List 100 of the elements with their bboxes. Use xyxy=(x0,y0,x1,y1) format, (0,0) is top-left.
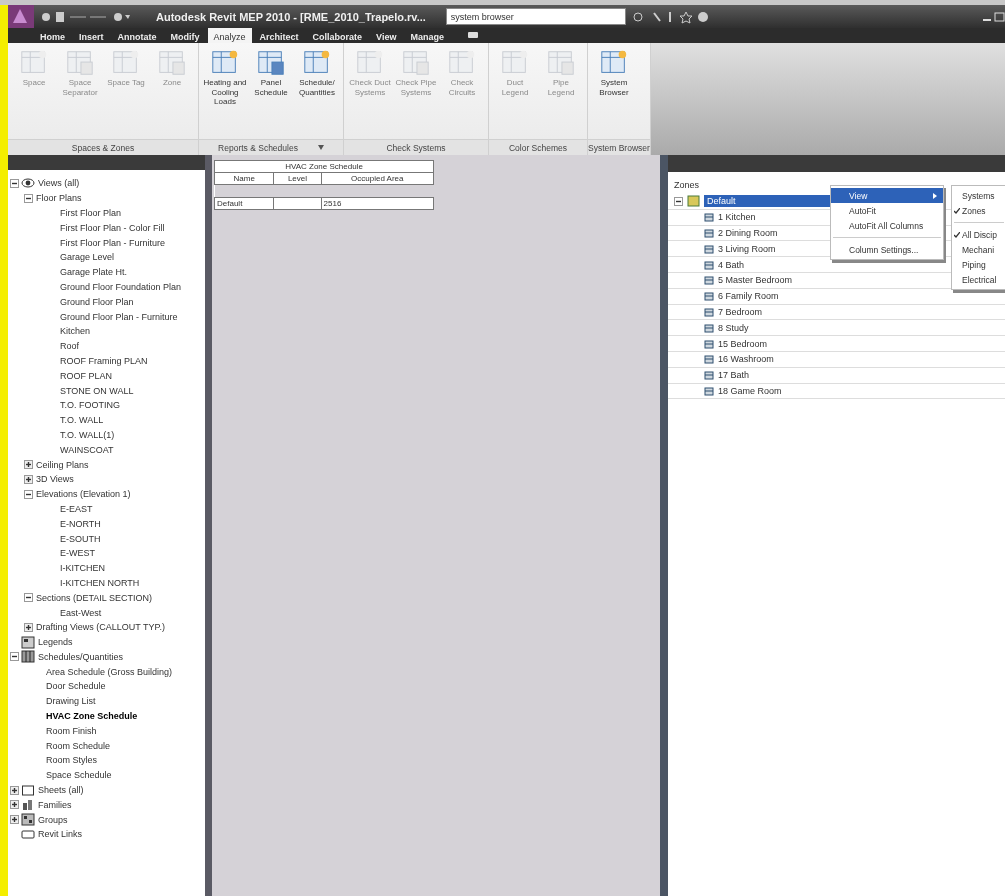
tree-item[interactable]: Revit Links xyxy=(35,829,82,840)
ribbon-tab[interactable]: Insert xyxy=(73,28,110,43)
tree-item[interactable]: First Floor Plan xyxy=(57,208,121,218)
ribbon-tab[interactable]: Manage xyxy=(404,28,450,43)
collapse-icon[interactable] xyxy=(674,196,683,206)
space-icon xyxy=(704,212,714,223)
tree-item[interactable]: E-EAST xyxy=(57,503,93,514)
ribbon-button[interactable]: System Browser xyxy=(592,48,636,139)
tree-item[interactable]: ROOF Framing PLAN xyxy=(57,355,148,366)
tree-item[interactable]: ROOF PLAN xyxy=(57,370,112,381)
tree-item[interactable]: Floor Plans xyxy=(33,193,82,204)
tree-item[interactable]: Drawing List xyxy=(43,696,96,707)
quick-access-toolbar-icon[interactable] xyxy=(40,10,130,23)
tree-item[interactable]: E-WEST xyxy=(57,548,95,559)
collapse-icon[interactable] xyxy=(24,193,33,203)
tree-item[interactable]: 15 Bedroom xyxy=(714,338,768,349)
ribbon-tab[interactable]: Annotate xyxy=(111,28,163,43)
tree-item[interactable]: Groups xyxy=(35,814,68,825)
tree-item[interactable]: East-West xyxy=(57,607,102,618)
app-menu-icon[interactable] xyxy=(8,5,34,28)
ribbon-button[interactable]: Heating and Cooling Loads xyxy=(203,48,247,139)
ribbon-tab[interactable]: Modify xyxy=(164,28,206,43)
tree-item[interactable]: Sheets (all) xyxy=(35,785,84,796)
tree-item[interactable]: T.O. FOOTING xyxy=(57,400,120,411)
tree-item[interactable]: Sections (DETAIL SECTION) xyxy=(33,592,153,603)
menu-item[interactable]: All Discip xyxy=(952,227,1005,242)
tree-item[interactable]: Families xyxy=(35,799,72,810)
ribbon-tab[interactable]: Collaborate xyxy=(306,28,369,43)
tree-item[interactable]: Room Styles xyxy=(43,755,98,766)
menu-item[interactable]: Zones xyxy=(952,203,1005,218)
tree-item[interactable]: Drafting Views (CALLOUT TYP.) xyxy=(33,622,165,633)
tree-item[interactable]: 4 Bath xyxy=(714,259,745,270)
menu-item[interactable]: AutoFit All Columns xyxy=(831,218,943,233)
tree-item[interactable]: T.O. WALL(1) xyxy=(57,429,115,440)
tree-item[interactable]: Views (all) xyxy=(35,178,80,189)
tree-item[interactable]: HVAC Zone Schedule xyxy=(43,711,138,722)
tree-item[interactable]: I-KITCHEN NORTH xyxy=(57,577,140,588)
tree-item[interactable]: Legends xyxy=(35,637,73,648)
menu-item[interactable]: Column Settings... xyxy=(831,242,943,257)
tree-item[interactable]: Roof xyxy=(57,341,79,352)
expand-icon[interactable] xyxy=(10,815,19,825)
tree-item[interactable]: WAINSCOAT xyxy=(57,444,114,455)
tree-item[interactable]: 7 Bedroom xyxy=(714,306,763,317)
tree-item[interactable]: Elevations (Elevation 1) xyxy=(33,489,131,500)
tree-item[interactable]: E-SOUTH xyxy=(57,533,101,544)
search-field[interactable]: system browser xyxy=(445,8,626,25)
collapse-icon[interactable] xyxy=(24,593,33,603)
tree-item[interactable]: First Floor Plan - Furniture xyxy=(57,237,166,248)
expand-icon[interactable] xyxy=(10,785,19,795)
expand-icon[interactable] xyxy=(10,800,19,810)
collapse-icon[interactable] xyxy=(24,489,33,499)
collapse-icon[interactable] xyxy=(10,652,19,662)
tree-item[interactable]: 6 Family Room xyxy=(714,291,779,302)
tree-item[interactable]: 8 Study xyxy=(714,322,749,333)
tree-item[interactable]: Schedules/Quantities xyxy=(35,651,124,662)
ribbon-tab[interactable]: Home xyxy=(34,28,71,43)
expand-icon[interactable] xyxy=(24,622,33,632)
expand-icon[interactable] xyxy=(24,460,33,470)
ribbon-button[interactable]: Schedule/ Quantities xyxy=(295,48,339,139)
dialog-launcher-icon[interactable] xyxy=(317,145,324,150)
tree-item[interactable]: T.O. WALL xyxy=(57,415,104,426)
menu-item[interactable]: Systems xyxy=(952,188,1005,203)
expand-icon[interactable] xyxy=(24,474,33,484)
ribbon-tab[interactable]: View xyxy=(370,28,403,43)
ribbon-tab[interactable]: Analyze xyxy=(207,28,252,43)
tree-item[interactable]: Ground Floor Foundation Plan xyxy=(57,281,182,292)
space-icon xyxy=(704,259,714,270)
ribbon-tab[interactable]: Architect xyxy=(253,28,305,43)
tree-item[interactable]: Door Schedule xyxy=(43,681,106,692)
tree-item[interactable]: Ceiling Plans xyxy=(33,459,89,470)
tree-item[interactable]: Room Finish xyxy=(43,725,97,736)
tree-item[interactable]: Ground Floor Plan - Furniture xyxy=(57,311,178,322)
menu-item[interactable]: Electrical xyxy=(952,272,1005,287)
tree-item[interactable]: Kitchen xyxy=(57,326,91,337)
column-header: Level xyxy=(273,172,322,185)
tree-item[interactable]: STONE ON WALL xyxy=(57,385,134,396)
tree-item[interactable]: First Floor Plan - Color Fill xyxy=(57,222,165,233)
tree-item[interactable]: Garage Plate Ht. xyxy=(57,267,128,278)
panel-title: Reports & Schedules xyxy=(218,142,298,153)
tree-item[interactable]: 1 Kitchen xyxy=(714,212,756,223)
tree-item[interactable]: Space Schedule xyxy=(43,770,112,781)
menu-item[interactable]: View xyxy=(831,188,943,203)
tree-item[interactable]: 2 Dining Room xyxy=(714,228,778,238)
menu-item[interactable]: Piping xyxy=(952,257,1005,272)
menu-item[interactable]: Mechani xyxy=(952,242,1005,257)
tree-item[interactable]: I-KITCHEN xyxy=(57,563,105,574)
collapse-icon[interactable] xyxy=(10,178,19,188)
ribbon-icon xyxy=(546,48,576,78)
tree-item[interactable]: 3 Living Room xyxy=(714,243,776,254)
tree-item[interactable]: Area Schedule (Gross Building) xyxy=(43,666,173,677)
tree-item[interactable]: 17 Bath xyxy=(714,370,750,381)
tree-item[interactable]: 3D Views xyxy=(33,474,74,485)
tree-item[interactable]: Room Schedule xyxy=(43,740,111,751)
tree-item[interactable]: Garage Level xyxy=(57,252,115,263)
tree-item[interactable]: Ground Floor Plan xyxy=(57,296,134,307)
ribbon-button[interactable]: Panel Schedule xyxy=(249,48,293,139)
tree-item[interactable]: E-NORTH xyxy=(57,518,101,529)
tree-item[interactable]: 16 Washroom xyxy=(714,354,774,365)
tree-item[interactable]: 18 Game Room xyxy=(714,385,782,396)
tree-item[interactable]: 5 Master Bedroom xyxy=(714,275,793,286)
